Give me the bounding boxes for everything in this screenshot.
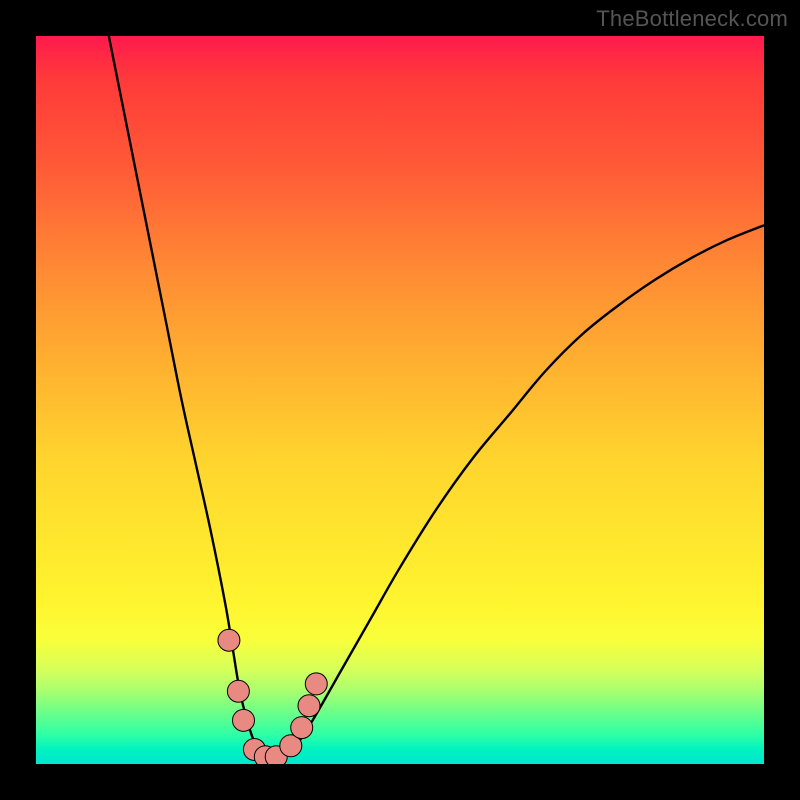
data-marker <box>305 673 327 695</box>
data-marker <box>291 717 313 739</box>
watermark-text: TheBottleneck.com <box>596 6 788 32</box>
plot-area <box>36 36 764 764</box>
data-marker <box>298 695 320 717</box>
chart-frame: TheBottleneck.com <box>0 0 800 800</box>
curve-markers <box>36 36 764 764</box>
data-marker <box>232 709 254 731</box>
data-marker <box>218 629 240 651</box>
data-marker <box>227 680 249 702</box>
